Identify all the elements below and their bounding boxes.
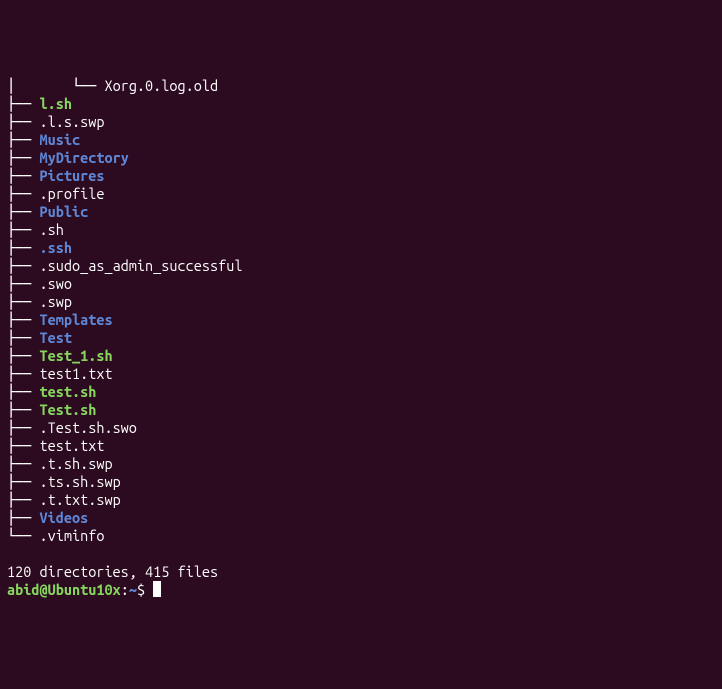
tree-row: ├── .sudo_as_admin_successful [7, 257, 717, 275]
tree-row: ├── .swo [7, 275, 717, 293]
tree-branch: ├── [7, 113, 39, 130]
tree-branch: ├── [7, 203, 39, 220]
tree-row: ├── .Test.sh.swo [7, 419, 717, 437]
tree-row: ├── test.sh [7, 383, 717, 401]
tree-row: ├── Templates [7, 311, 717, 329]
tree-branch: ├── [7, 311, 39, 328]
tree-summary: 120 directories, 415 files [7, 563, 717, 581]
tree-branch: ├── [7, 239, 39, 256]
tree-branch: ├── [7, 401, 39, 418]
cursor [153, 581, 161, 597]
tree-branch: ├── [7, 365, 39, 382]
tree-branch: ├── [7, 473, 39, 490]
tree-entry-name: Xorg.0.log.old [104, 77, 218, 94]
tree-entry-name: .swo [39, 275, 71, 292]
tree-entry-name: .Test.sh.swo [39, 419, 136, 436]
tree-entry-name: test1.txt [39, 365, 112, 382]
tree-branch: ├── [7, 293, 39, 310]
tree-entry-name: Test [39, 329, 71, 346]
tree-row: ├── Public [7, 203, 717, 221]
tree-entry-name: .profile [39, 185, 104, 202]
tree-branch: ├── [7, 419, 39, 436]
tree-branch: │ └── [7, 77, 104, 94]
tree-row: ├── test1.txt [7, 365, 717, 383]
tree-branch: ├── [7, 149, 39, 166]
tree-branch: └── [7, 527, 39, 544]
tree-entry-name: Music [39, 131, 80, 148]
tree-entry-name: test.sh [39, 383, 96, 400]
tree-row: ├── .t.sh.swp [7, 455, 717, 473]
tree-branch: ├── [7, 329, 39, 346]
prompt-path: ~ [129, 581, 137, 598]
tree-row: ├── MyDirectory [7, 149, 717, 167]
tree-branch: ├── [7, 95, 39, 112]
tree-branch: ├── [7, 167, 39, 184]
tree-branch: ├── [7, 221, 39, 238]
tree-entry-name: Test.sh [39, 401, 96, 418]
tree-branch: ├── [7, 185, 39, 202]
tree-entry-name: .viminfo [39, 527, 104, 544]
tree-row: ├── Test.sh [7, 401, 717, 419]
tree-entry-name: .ssh [39, 239, 71, 256]
tree-branch: ├── [7, 509, 39, 526]
tree-entry-name: .swp [39, 293, 71, 310]
prompt-dollar: $ [137, 581, 153, 598]
tree-branch: ├── [7, 491, 39, 508]
tree-row: ├── .swp [7, 293, 717, 311]
tree-branch: ├── [7, 131, 39, 148]
tree-row: └── .viminfo [7, 527, 717, 545]
tree-row: ├── Pictures [7, 167, 717, 185]
tree-row: ├── .t.txt.swp [7, 491, 717, 509]
prompt-colon: : [121, 581, 129, 598]
tree-entry-name: Pictures [39, 167, 104, 184]
tree-row: ├── test.txt [7, 437, 717, 455]
tree-row: ├── .l.s.swp [7, 113, 717, 131]
tree-row: ├── Music [7, 131, 717, 149]
tree-entry-name: .sh [39, 221, 63, 238]
tree-branch: ├── [7, 275, 39, 292]
tree-branch: ├── [7, 437, 39, 454]
tree-row: ├── .sh [7, 221, 717, 239]
tree-branch: ├── [7, 257, 39, 274]
tree-branch: ├── [7, 455, 39, 472]
tree-row: ├── l.sh [7, 95, 717, 113]
tree-entry-name: .sudo_as_admin_successful [39, 257, 242, 274]
tree-entry-name: .ts.sh.swp [39, 473, 120, 490]
tree-entry-name: MyDirectory [39, 149, 128, 166]
tree-row: ├── Test [7, 329, 717, 347]
tree-row: ├── Videos [7, 509, 717, 527]
tree-entry-name: Videos [39, 509, 88, 526]
tree-branch: ├── [7, 347, 39, 364]
tree-entry-name: test.txt [39, 437, 104, 454]
tree-entry-name: Test_1.sh [39, 347, 112, 364]
tree-row: ├── .ssh [7, 239, 717, 257]
terminal-output[interactable]: │ └── Xorg.0.log.old├── l.sh├── .l.s.swp… [0, 72, 722, 599]
tree-entry-name: .t.txt.swp [39, 491, 120, 508]
tree-row: ├── Test_1.sh [7, 347, 717, 365]
tree-entry-name: l.sh [39, 95, 71, 112]
tree-entry-name: Templates [39, 311, 112, 328]
tree-branch: ├── [7, 383, 39, 400]
tree-entry-name: .t.sh.swp [39, 455, 112, 472]
tree-row: │ └── Xorg.0.log.old [7, 77, 717, 95]
tree-entry-name: Public [39, 203, 88, 220]
tree-row: ├── .profile [7, 185, 717, 203]
tree-row: ├── .ts.sh.swp [7, 473, 717, 491]
prompt-user-host: abid@Ubuntu10x [7, 581, 121, 598]
tree-entry-name: .l.s.swp [39, 113, 104, 130]
